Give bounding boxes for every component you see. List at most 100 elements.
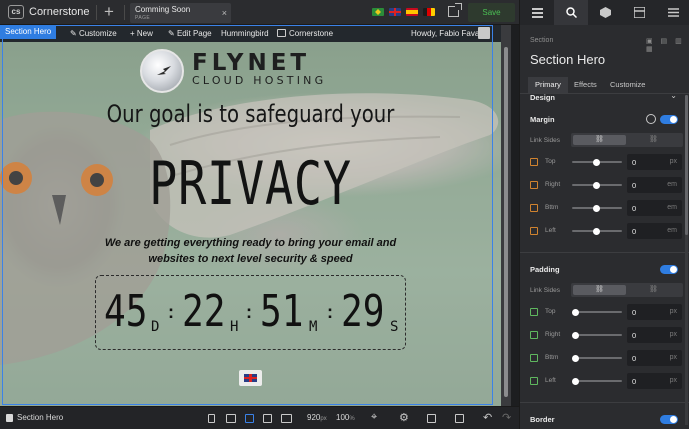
margin-left-icon [530, 227, 538, 235]
padding-link-sides-label: Link Sides [530, 287, 560, 294]
padding-top-input[interactable]: 0 px [627, 304, 682, 320]
margin-right-label: Right [545, 181, 561, 188]
flag-spain-icon[interactable] [406, 8, 418, 16]
padding-top-value: 0 [632, 308, 637, 317]
padding-link-sides-control[interactable]: ⛓ ⛓ [571, 283, 683, 297]
crop-view-icon[interactable] [263, 414, 272, 423]
unlink-icon[interactable]: ⛓ [649, 285, 658, 293]
flag-brazil-icon[interactable] [372, 8, 384, 16]
external-link-icon[interactable] [448, 3, 462, 17]
flag-uk-icon[interactable] [389, 8, 401, 16]
cornerstone-logo-icon[interactable]: cs [8, 5, 24, 19]
chevron-down-icon[interactable]: ⌄ [670, 91, 677, 100]
slider-knob[interactable] [572, 331, 579, 339]
slider-knob[interactable] [572, 377, 579, 385]
add-page-button[interactable]: + [104, 2, 114, 22]
zoom-level[interactable]: 100% [336, 413, 355, 422]
link-icon: ⛓ [595, 136, 604, 143]
scrollbar-thumb[interactable] [504, 47, 508, 397]
viewport-width-value: 920 [307, 413, 321, 422]
padding-right-icon [530, 331, 538, 339]
gear-icon[interactable]: ⚙ [399, 411, 409, 424]
desktop-view-icon[interactable] [281, 414, 292, 423]
panel-scrollbar[interactable] [685, 95, 688, 425]
preview-scrollbar[interactable] [501, 25, 511, 406]
padding-left-input[interactable]: 0 px [627, 373, 682, 389]
selection-label[interactable]: Section Hero [0, 25, 57, 39]
tablet-view-icon[interactable] [226, 414, 236, 423]
flag-germany-icon[interactable] [423, 8, 435, 16]
viewport-width-unit: px [320, 416, 327, 422]
slider-knob[interactable] [572, 354, 579, 362]
padding-bottom-slider[interactable] [572, 354, 622, 362]
margin-top-label: Top [545, 158, 556, 165]
tab-inspect[interactable] [554, 0, 588, 25]
unlink-icon[interactable]: ⛓ [649, 135, 658, 143]
bottom-bar: Section Hero 920px 100% ⌖ ⚙ ↶ ↷ [0, 406, 519, 429]
padding-top-unit[interactable]: px [670, 308, 677, 315]
slider-knob[interactable] [593, 181, 600, 189]
page-tab[interactable]: Comming Soon PAGE × [130, 3, 231, 23]
margin-left-input[interactable]: 0 em [627, 223, 682, 239]
padding-left-unit[interactable]: px [670, 377, 677, 384]
margin-right-slider[interactable] [572, 181, 622, 189]
scrollbar-thumb[interactable] [685, 95, 688, 235]
tab-effects[interactable]: Effects [567, 77, 604, 93]
mobile-view-icon[interactable] [208, 414, 215, 423]
divider [124, 5, 125, 20]
margin-top-input[interactable]: 0 px [627, 154, 682, 170]
close-tab-icon[interactable]: × [222, 8, 227, 18]
breadcrumb[interactable]: Section Hero [17, 413, 63, 422]
tab-elements[interactable] [588, 0, 622, 25]
slider-knob[interactable] [593, 227, 600, 235]
padding-bottom-input[interactable]: 0 px [627, 350, 682, 366]
slider-knob[interactable] [593, 204, 600, 212]
margin-bottom-unit[interactable]: em [667, 204, 677, 211]
margin-link-sides-control[interactable]: ⛓ ⛓ [571, 133, 683, 147]
margin-top-slider[interactable] [572, 158, 622, 166]
margin-right-input[interactable]: 0 em [627, 177, 682, 193]
section-selection-outline [2, 25, 493, 405]
panel-section-actions[interactable]: ▣ ▤ ▥ ▦ [646, 37, 689, 53]
tab-templates[interactable] [622, 0, 656, 25]
margin-top-icon [530, 158, 538, 166]
tab-settings[interactable] [656, 0, 689, 25]
margin-link-sides-label: Link Sides [530, 137, 560, 144]
padding-bottom-unit[interactable]: px [670, 354, 677, 361]
panel-section-label: Section [530, 37, 554, 44]
padding-right-input[interactable]: 0 px [627, 327, 682, 343]
margin-toggle[interactable] [660, 115, 678, 124]
padding-right-slider[interactable] [572, 331, 622, 339]
padding-left-slider[interactable] [572, 377, 622, 385]
slider-knob[interactable] [572, 308, 579, 316]
padding-toggle[interactable] [660, 265, 678, 274]
divider [96, 5, 97, 20]
margin-left-unit[interactable]: em [667, 227, 677, 234]
save-button[interactable]: Save [468, 3, 515, 22]
margin-top-unit[interactable]: px [670, 158, 677, 165]
cornerstone-editor: cs Cornerstone + Comming Soon PAGE × Sav… [0, 0, 689, 429]
undo-icon[interactable]: ↶ [483, 411, 492, 424]
responsive-icon[interactable] [646, 114, 656, 124]
tab-layout[interactable] [520, 0, 554, 25]
design-group-label[interactable]: Design [530, 93, 555, 102]
panel-tabs [520, 0, 689, 25]
margin-right-unit[interactable]: em [667, 181, 677, 188]
image-icon[interactable] [427, 414, 436, 423]
margin-left-slider[interactable] [572, 227, 622, 235]
margin-bottom-slider[interactable] [572, 204, 622, 212]
zoom-level-value: 100 [336, 413, 350, 422]
border-toggle[interactable] [660, 415, 678, 424]
code-icon[interactable] [455, 414, 464, 423]
viewport-width[interactable]: 920px [307, 413, 327, 422]
tab-primary[interactable]: Primary [528, 77, 568, 93]
tab-customize[interactable]: Customize [603, 77, 652, 93]
padding-right-unit[interactable]: px [670, 331, 677, 338]
padding-top-slider[interactable] [572, 308, 622, 316]
margin-bottom-input[interactable]: 0 em [627, 200, 682, 216]
slider-knob[interactable] [593, 158, 600, 166]
brush-icon[interactable]: ⌖ [371, 411, 377, 424]
redo-icon[interactable]: ↷ [502, 411, 511, 424]
responsive-view-icon[interactable] [245, 414, 254, 423]
grid-icon [634, 7, 645, 18]
